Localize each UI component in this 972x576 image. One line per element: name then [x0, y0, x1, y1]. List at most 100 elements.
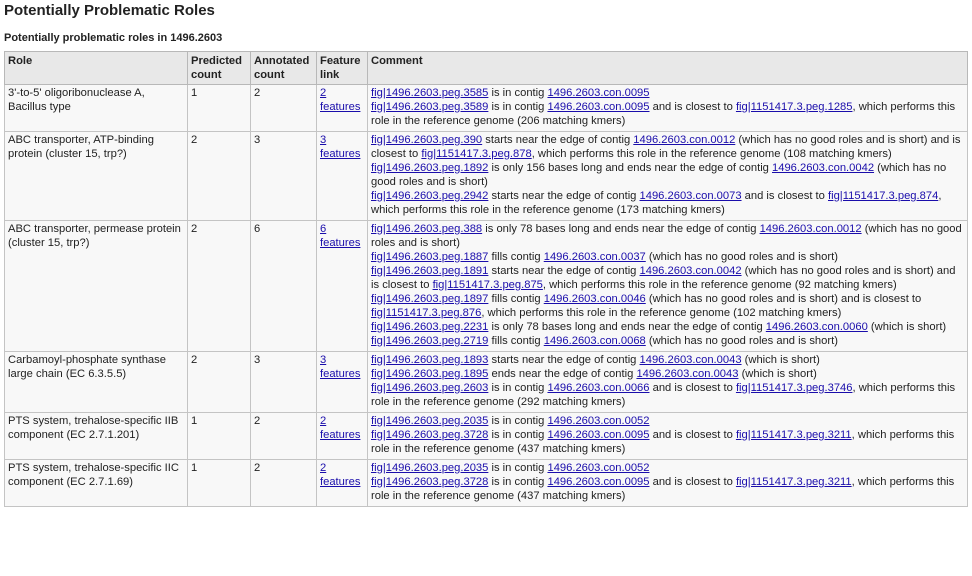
table-row: PTS system, trehalose-specific IIC compo… [4, 459, 968, 507]
feature-id-link[interactable]: fig|1496.2603.peg.3589 [371, 101, 488, 113]
features-link[interactable]: 6 features [320, 223, 360, 249]
feature-id-link[interactable]: fig|1151417.3.peg.875 [433, 279, 543, 291]
comment-text: fills contig [488, 293, 544, 305]
comment-text: is only 78 bases long and ends near the … [488, 321, 766, 333]
feature-id-link[interactable]: fig|1151417.3.peg.874 [828, 190, 938, 202]
comment-cell: fig|1496.2603.peg.388 is only 78 bases l… [367, 220, 968, 352]
table-row: Carbamoyl-phosphate synthase large chain… [4, 351, 968, 413]
contig-link[interactable]: 1496.2603.con.0068 [544, 335, 646, 347]
contig-link[interactable]: 1496.2603.con.0095 [547, 101, 649, 113]
comment-text: fills contig [488, 251, 544, 263]
contig-link[interactable]: 1496.2603.con.0043 [636, 368, 738, 380]
comment-text: is only 78 bases long and ends near the … [482, 223, 760, 235]
features-link[interactable]: 2 features [320, 415, 360, 441]
table-row: 3'-to-5' oligoribonuclease A, Bacillus t… [4, 84, 968, 132]
contig-link[interactable]: 1496.2603.con.0012 [760, 223, 862, 235]
contig-link[interactable]: 1496.2603.con.0052 [547, 462, 649, 474]
feature-id-link[interactable]: fig|1151417.3.peg.3211 [736, 476, 852, 488]
header-role: Role [4, 51, 188, 85]
comment-text: and is closest to [649, 382, 736, 394]
comment-text: (which is short) [738, 368, 817, 380]
feature-id-link[interactable]: fig|1496.2603.peg.390 [371, 134, 482, 146]
feature-id-link[interactable]: fig|1496.2603.peg.1893 [371, 354, 488, 366]
feature-id-link[interactable]: fig|1496.2603.peg.1891 [371, 265, 488, 277]
contig-link[interactable]: 1496.2603.con.0095 [547, 87, 649, 99]
predicted-count-cell: 2 [187, 220, 251, 352]
contig-link[interactable]: 1496.2603.con.0073 [640, 190, 742, 202]
annotated-count-cell: 3 [250, 351, 317, 413]
feature-id-link[interactable]: fig|1496.2603.peg.2035 [371, 415, 488, 427]
features-link[interactable]: 2 features [320, 462, 360, 488]
feature-id-link[interactable]: fig|1151417.3.peg.1285 [736, 101, 853, 113]
feature-id-link[interactable]: fig|1496.2603.peg.1897 [371, 293, 488, 305]
contig-link[interactable]: 1496.2603.con.0066 [547, 382, 649, 394]
contig-link[interactable]: 1496.2603.con.0046 [544, 293, 646, 305]
comment-text: is in contig [488, 415, 548, 427]
features-link[interactable]: 2 features [320, 87, 360, 113]
page-subtitle: Potentially problematic roles in 1496.26… [4, 32, 223, 44]
comment-text: (which has no good roles and is short) [645, 335, 838, 347]
predicted-count-cell: 1 [187, 412, 251, 460]
feature-id-link[interactable]: fig|1151417.3.peg.3211 [736, 429, 852, 441]
header-comment: Comment [367, 51, 968, 85]
comment-line: fig|1496.2603.peg.1892 is only 156 bases… [371, 161, 964, 189]
comment-line: fig|1496.2603.peg.1895 ends near the edg… [371, 367, 964, 381]
feature-id-link[interactable]: fig|1496.2603.peg.3728 [371, 429, 488, 441]
header-predicted-count: Predicted count [187, 51, 251, 85]
comment-text: starts near the edge of contig [488, 265, 640, 277]
table-row: ABC transporter, ATP-binding protein (cl… [4, 131, 968, 221]
comment-cell: fig|1496.2603.peg.3585 is in contig 1496… [367, 84, 968, 132]
comment-line: fig|1496.2603.peg.3728 is in contig 1496… [371, 428, 964, 456]
header-annotated-count: Annotated count [250, 51, 317, 85]
features-link[interactable]: 3 features [320, 134, 360, 160]
feature-id-link[interactable]: fig|1151417.3.peg.876 [371, 307, 481, 319]
predicted-count-cell: 1 [187, 84, 251, 132]
feature-id-link[interactable]: fig|1496.2603.peg.2942 [371, 190, 488, 202]
role-cell: ABC transporter, ATP-binding protein (cl… [4, 131, 188, 221]
comment-text: (which has no good roles and is short) [645, 251, 838, 263]
contig-link[interactable]: 1496.2603.con.0052 [547, 415, 649, 427]
predicted-count-cell: 2 [187, 351, 251, 413]
feature-id-link[interactable]: fig|1496.2603.peg.1895 [371, 368, 488, 380]
table-header-row: Role Predicted count Annotated count Fea… [4, 51, 968, 85]
comment-text: (which is short) [741, 354, 820, 366]
header-feature-link: Feature link [316, 51, 368, 85]
feature-id-link[interactable]: fig|1496.2603.peg.1887 [371, 251, 488, 263]
contig-link[interactable]: 1496.2603.con.0042 [772, 162, 874, 174]
feature-link-cell: 6 features [316, 220, 368, 352]
contig-link[interactable]: 1496.2603.con.0095 [547, 476, 649, 488]
feature-id-link[interactable]: fig|1496.2603.peg.1892 [371, 162, 488, 174]
contig-link[interactable]: 1496.2603.con.0037 [544, 251, 646, 263]
feature-id-link[interactable]: fig|1496.2603.peg.3728 [371, 476, 488, 488]
contig-link[interactable]: 1496.2603.con.0043 [640, 354, 742, 366]
feature-id-link[interactable]: fig|1496.2603.peg.2719 [371, 335, 488, 347]
comment-text: starts near the edge of contig [482, 134, 634, 146]
comment-text: is in contig [488, 101, 548, 113]
feature-id-link[interactable]: fig|1151417.3.peg.3746 [736, 382, 853, 394]
contig-link[interactable]: 1496.2603.con.0060 [766, 321, 868, 333]
comment-text: starts near the edge of contig [488, 190, 640, 202]
comment-text: , which performs this role in the refere… [481, 307, 842, 319]
comment-text: and is closest to [741, 190, 828, 202]
comment-line: fig|1496.2603.peg.1887 fills contig 1496… [371, 250, 964, 264]
feature-id-link[interactable]: fig|1151417.3.peg.878 [421, 148, 531, 160]
contig-link[interactable]: 1496.2603.con.0012 [633, 134, 735, 146]
comment-text: is in contig [488, 382, 548, 394]
feature-id-link[interactable]: fig|1496.2603.peg.2035 [371, 462, 488, 474]
role-cell: 3'-to-5' oligoribonuclease A, Bacillus t… [4, 84, 188, 132]
comment-line: fig|1496.2603.peg.2035 is in contig 1496… [371, 414, 964, 428]
feature-id-link[interactable]: fig|1496.2603.peg.388 [371, 223, 482, 235]
contig-link[interactable]: 1496.2603.con.0042 [640, 265, 742, 277]
features-link[interactable]: 3 features [320, 354, 360, 380]
comment-line: fig|1496.2603.peg.3585 is in contig 1496… [371, 86, 964, 100]
comment-text: fills contig [488, 335, 544, 347]
comment-text: starts near the edge of contig [488, 354, 640, 366]
table-row: ABC transporter, permease protein (clust… [4, 220, 968, 352]
feature-link-cell: 2 features [316, 412, 368, 460]
feature-id-link[interactable]: fig|1496.2603.peg.2603 [371, 382, 488, 394]
page-title: Potentially Problematic Roles [4, 2, 215, 19]
predicted-count-cell: 1 [187, 459, 251, 507]
contig-link[interactable]: 1496.2603.con.0095 [547, 429, 649, 441]
feature-id-link[interactable]: fig|1496.2603.peg.3585 [371, 87, 488, 99]
feature-id-link[interactable]: fig|1496.2603.peg.2231 [371, 321, 488, 333]
